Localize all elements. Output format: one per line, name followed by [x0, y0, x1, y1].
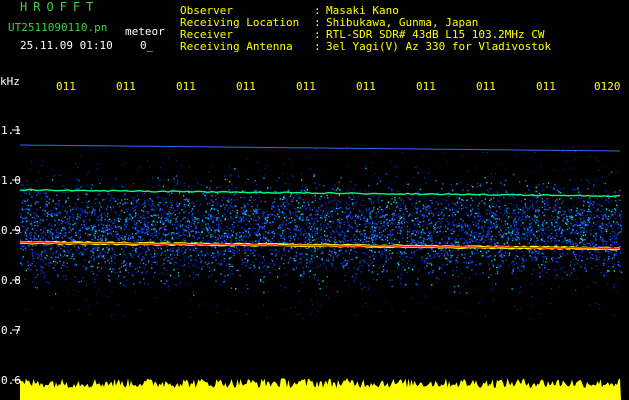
upper-carrier-line [20, 144, 620, 152]
noise-floor-trace [20, 378, 621, 400]
secondary-carrier-line [19, 188, 621, 198]
spectrogram-window: HROFFT UT2511090110.pn meteor 25.11.09 0… [0, 0, 629, 400]
spectrogram-plot [12, 129, 623, 400]
noise-speckle [20, 145, 623, 320]
tick-marks [12, 129, 20, 381]
yellow-noise-floor [20, 378, 621, 400]
